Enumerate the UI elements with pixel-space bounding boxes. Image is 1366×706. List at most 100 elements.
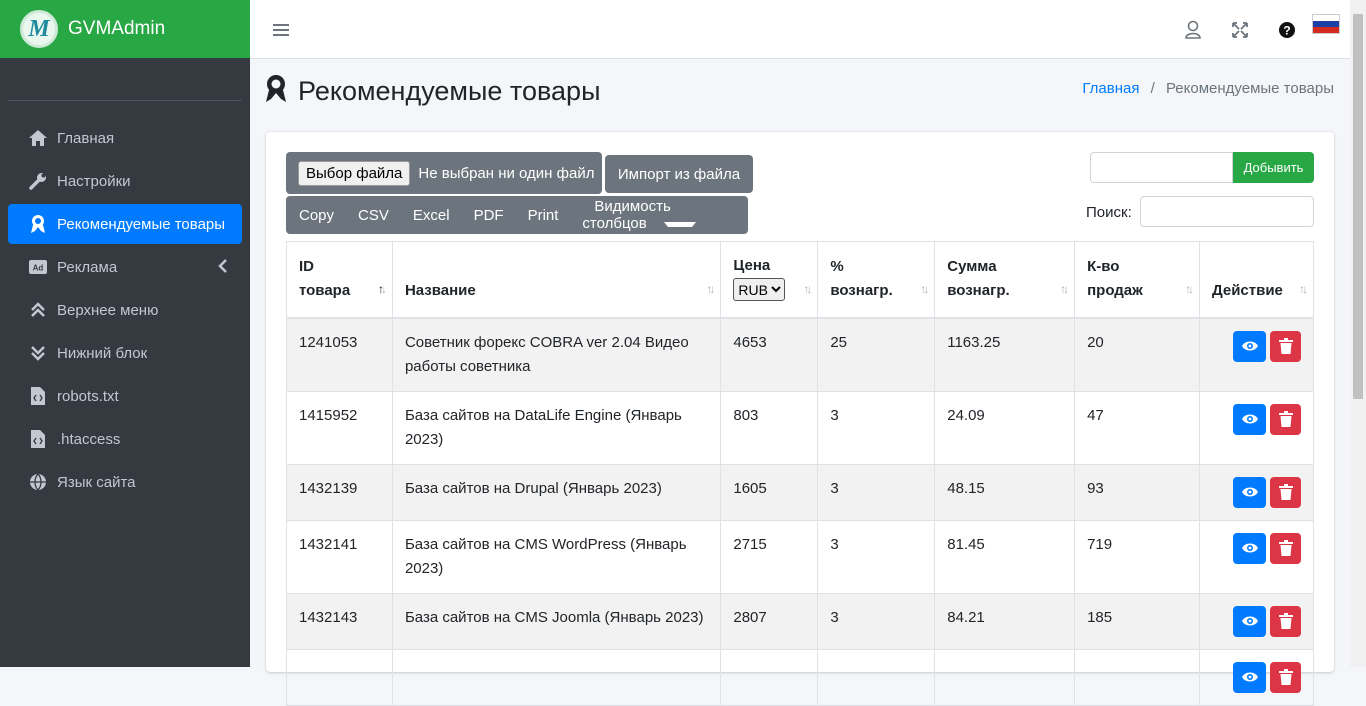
wrench-icon: [28, 171, 48, 191]
cell-price: 1605: [720, 463, 819, 521]
sort-icon: ↑↓: [706, 281, 715, 296]
view-button[interactable]: [1233, 661, 1266, 693]
table-row: 1432141 База сайтов на CMS WordPress (Ян…: [286, 519, 1315, 594]
cell-actions: [1198, 592, 1315, 650]
cell-name: [391, 648, 722, 706]
top-navbar: ?: [250, 0, 1350, 59]
excel-button[interactable]: Excel: [401, 207, 462, 224]
choose-file-button[interactable]: Выбор файла: [298, 160, 411, 186]
delete-button[interactable]: [1270, 661, 1301, 693]
header-text: вознагр.: [947, 281, 1010, 299]
delete-button[interactable]: [1270, 403, 1301, 435]
column-header-id[interactable]: ID товара ↑↓: [286, 241, 393, 319]
delete-button[interactable]: [1270, 330, 1301, 362]
cell-actions: [1198, 648, 1315, 706]
sort-asc-icon: ↑↓: [377, 281, 387, 296]
cell-count: 719: [1074, 519, 1200, 594]
add-id-input[interactable]: [1090, 152, 1233, 183]
column-header-percent[interactable]: % вознагр. ↑↓: [817, 241, 936, 319]
eye-icon: [1241, 487, 1258, 497]
sidebar-item-ads[interactable]: Ad Реклама: [8, 247, 242, 287]
sidebar-item-featured[interactable]: Рекомендуемые товары: [8, 204, 242, 244]
column-header-action[interactable]: Действие ↑↓: [1198, 241, 1315, 319]
sidebar-item-robots[interactable]: robots.txt: [8, 376, 242, 416]
cell-sum: 48.15: [934, 463, 1076, 521]
cell-price: 2715: [720, 519, 819, 594]
copy-button[interactable]: Copy: [286, 207, 346, 224]
sidebar-item-footer[interactable]: Нижний блок: [8, 333, 242, 373]
import-file-button[interactable]: Импорт из файла: [605, 155, 753, 193]
sidebar-item-label: Настройки: [57, 172, 131, 190]
currency-select[interactable]: RUB: [733, 278, 786, 301]
cell-sum: 24.09: [934, 390, 1076, 465]
trash-icon: [1278, 484, 1293, 500]
add-button[interactable]: Добывить: [1233, 152, 1314, 183]
header-text: Действие: [1211, 281, 1283, 299]
header-text: %: [830, 257, 844, 275]
sidebar-item-home[interactable]: Главная: [8, 118, 242, 158]
cell-percent: 3: [817, 463, 936, 521]
brand-logo-icon: M: [20, 10, 58, 48]
cell-name: Советник форекс COBRA ver 2.04 Видео раб…: [391, 317, 722, 392]
cell-percent: 3: [817, 390, 936, 465]
cell-id: 1432139: [286, 463, 393, 521]
csv-button[interactable]: CSV: [346, 207, 401, 224]
sidebar-item-label: .htaccess: [57, 430, 121, 448]
sidebar-item-htaccess[interactable]: .htaccess: [8, 419, 242, 459]
cell-count: 20: [1074, 317, 1200, 392]
header-text: К-во: [1087, 257, 1120, 275]
delete-button[interactable]: [1270, 476, 1301, 508]
column-visibility-button[interactable]: Видимость столбцов: [570, 198, 748, 232]
column-header-price[interactable]: Цена RUB ↑↓: [720, 241, 819, 319]
sort-icon: ↑↓: [920, 281, 929, 296]
export-toolbar: Copy CSV Excel PDF Print Видимость столб…: [286, 196, 748, 234]
brand-link[interactable]: M GVMAdmin: [0, 0, 250, 58]
page-header: Рекомендуемые товары: [264, 74, 600, 108]
breadcrumb-home-link[interactable]: Главная: [1082, 80, 1139, 97]
column-header-name[interactable]: Название ↑↓: [391, 241, 722, 319]
home-icon: [28, 128, 48, 148]
sort-icon: ↑↓: [1184, 281, 1194, 296]
russia-flag-icon[interactable]: [1312, 14, 1340, 34]
table-row: 1241053 Советник форекс COBRA ver 2.04 В…: [286, 317, 1315, 392]
ad-icon: Ad: [28, 257, 48, 277]
view-button[interactable]: [1233, 605, 1266, 637]
fullscreen-icon[interactable]: [1231, 20, 1249, 44]
help-icon[interactable]: ?: [1278, 20, 1296, 44]
cell-id: 1415952: [286, 390, 393, 465]
user-icon[interactable]: [1184, 20, 1202, 44]
print-button[interactable]: Print: [516, 207, 571, 224]
trash-icon: [1278, 669, 1293, 685]
search-input[interactable]: [1140, 196, 1314, 227]
page-scrollbar[interactable]: [1350, 0, 1366, 667]
sidebar-item-top-menu[interactable]: Верхнее меню: [8, 290, 242, 330]
pdf-button[interactable]: PDF: [462, 207, 516, 224]
view-button[interactable]: [1233, 403, 1266, 435]
sort-icon: ↑↓: [1299, 281, 1308, 296]
eye-icon: [1241, 543, 1258, 553]
header-text: ID: [299, 257, 314, 275]
sidebar-divider: [8, 100, 242, 101]
view-button[interactable]: [1233, 476, 1266, 508]
header-text: вознагр.: [830, 281, 893, 299]
delete-button[interactable]: [1270, 532, 1301, 564]
breadcrumb: Главная / Рекомендуемые товары: [1082, 80, 1334, 97]
cell-id: 1432141: [286, 519, 393, 594]
cell-percent: 3: [817, 519, 936, 594]
sidebar-item-settings[interactable]: Настройки: [8, 161, 242, 201]
delete-button[interactable]: [1270, 605, 1301, 637]
view-button[interactable]: [1233, 330, 1266, 362]
view-button[interactable]: [1233, 532, 1266, 564]
column-header-sum[interactable]: Сумма вознагр. ↑↓: [934, 241, 1076, 319]
cell-actions: [1198, 519, 1315, 594]
sidebar-item-language[interactable]: Язык сайта: [8, 462, 242, 502]
hamburger-menu-icon[interactable]: [272, 22, 290, 42]
eye-icon: [1241, 341, 1258, 351]
cell-actions: [1198, 317, 1315, 392]
sidebar-item-label: Рекомендуемые товары: [57, 215, 226, 233]
scrollbar-thumb[interactable]: [1353, 14, 1363, 399]
table-row: 1432139 База сайтов на Drupal (Январь 20…: [286, 463, 1315, 521]
column-header-sales[interactable]: К-во продаж ↑↓: [1074, 241, 1200, 319]
breadcrumb-separator: /: [1150, 80, 1155, 97]
table-row: 1432143 База сайтов на CMS Joomla (Январ…: [286, 592, 1315, 650]
